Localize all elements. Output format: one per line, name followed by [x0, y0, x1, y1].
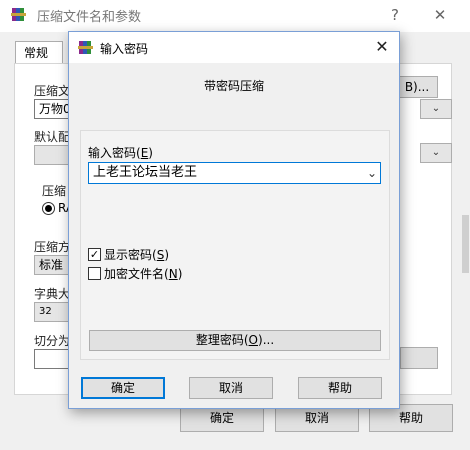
split-volumes-field[interactable] — [34, 349, 70, 369]
right-side-button[interactable] — [400, 347, 438, 369]
checkbox-empty-icon — [88, 267, 101, 280]
close-title-button[interactable]: ✕ — [428, 4, 452, 26]
winrar-books-icon — [78, 41, 93, 54]
organize-passwords-button[interactable]: 整理密码(O)... — [89, 330, 381, 351]
compression-method-select[interactable]: 标准 — [34, 255, 70, 275]
scrollbar-thumb[interactable] — [462, 215, 469, 273]
background-titlebar: 压缩文件名和参数 ? ✕ — [0, 0, 470, 32]
help-title-button[interactable]: ? — [383, 4, 407, 26]
dialog-subtitle: 带密码压缩 — [203, 79, 264, 93]
cancel-button[interactable]: 取消 — [189, 377, 273, 399]
split-volumes-label: 切分为 — [34, 334, 71, 348]
enter-password-dialog: 输入密码 ✕ 带密码压缩 输入密码(E) 上老王论坛当老王 ⌄ ✓ 显示密码(S… — [68, 31, 400, 409]
dictionary-size-select[interactable]: 32 MB — [34, 302, 70, 322]
archive-format-group-label: 压缩 — [42, 184, 67, 198]
archive-name-label: 压缩文 — [34, 84, 71, 98]
dialog-title: 输入密码 — [100, 42, 149, 56]
ok-button[interactable]: 确定 — [81, 377, 165, 399]
default-profile-label: 默认配 — [34, 130, 71, 144]
radio-selected-icon — [42, 201, 55, 215]
password-label: 输入密码(E) — [88, 146, 153, 160]
password-input[interactable]: 上老王论坛当老王 ⌄ — [88, 162, 381, 184]
chevron-down-icon: ⌄ — [431, 147, 441, 158]
checkmark-icon: ✓ — [88, 248, 101, 261]
show-password-checkbox[interactable]: ✓ 显示密码(S) — [88, 246, 169, 263]
show-password-label: 显示密码(S) — [104, 248, 170, 262]
encrypt-filenames-label: 加密文件名(N) — [104, 267, 183, 281]
password-value: 上老王论坛当老王 — [93, 165, 198, 180]
help-button[interactable]: 帮助 — [298, 377, 382, 399]
tab-general[interactable]: 常规 — [15, 41, 63, 63]
close-icon[interactable]: ✕ — [370, 35, 394, 59]
encrypt-filenames-checkbox[interactable]: 加密文件名(N) — [88, 265, 182, 282]
browse-button[interactable]: B)... — [396, 76, 438, 98]
background-window-title: 压缩文件名和参数 — [37, 10, 142, 25]
compression-method-label: 压缩方 — [34, 240, 71, 254]
chevron-down-icon[interactable]: ⌄ — [367, 163, 377, 183]
profiles-button[interactable] — [34, 145, 70, 165]
winrar-icon — [11, 8, 26, 21]
archive-name-dropdown[interactable]: ⌄ — [420, 99, 452, 119]
dialog-titlebar: 输入密码 ✕ — [69, 32, 399, 63]
update-mode-dropdown[interactable]: ⌄ — [420, 143, 452, 163]
dictionary-size-label: 字典大 — [34, 287, 71, 301]
chevron-down-icon: ⌄ — [431, 103, 441, 114]
